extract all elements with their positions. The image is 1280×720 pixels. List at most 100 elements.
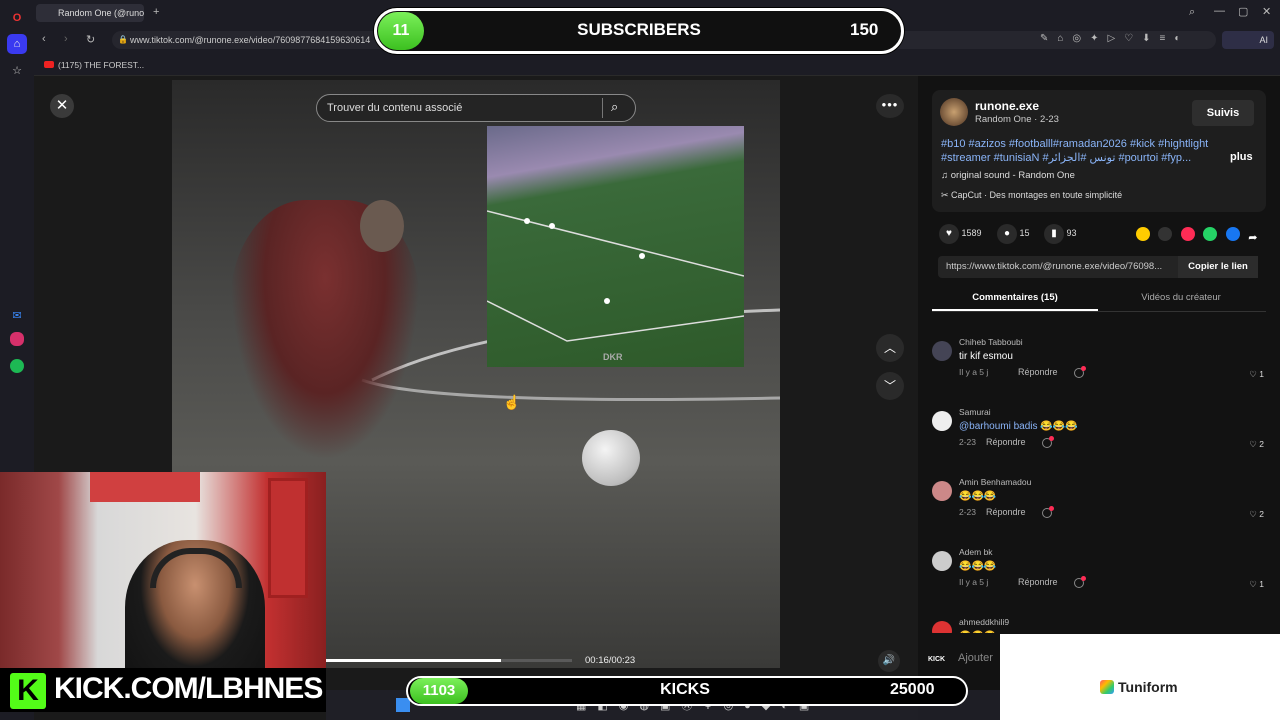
ai-label: AI bbox=[1259, 35, 1268, 45]
tab-creator-videos[interactable]: Vidéos du créateur bbox=[1098, 292, 1264, 303]
copy-link-button[interactable]: Copier le lien bbox=[1178, 256, 1258, 278]
share-row: ➦ bbox=[1136, 227, 1257, 246]
sound-link[interactable]: ♫ original sound - Random One bbox=[941, 170, 1075, 181]
comment-text: tir kif esmou bbox=[959, 351, 1013, 362]
like-count: 1589 bbox=[961, 228, 982, 238]
comment-like-button[interactable]: ♡ 1 bbox=[1249, 579, 1264, 590]
messenger-icon[interactable]: ✉ bbox=[7, 305, 27, 325]
avatar[interactable] bbox=[932, 621, 952, 633]
reply-button[interactable]: Répondre bbox=[1018, 367, 1058, 377]
avatar[interactable] bbox=[932, 551, 952, 571]
like-stat[interactable]: ♥ 1589 bbox=[939, 224, 982, 244]
reaction-icon[interactable] bbox=[1074, 576, 1086, 588]
reply-button[interactable]: Répondre bbox=[986, 437, 1026, 447]
comment-like-button[interactable]: ♡ 1 bbox=[1249, 369, 1264, 380]
see-more-link[interactable]: plus bbox=[1230, 151, 1253, 163]
facebook-icon[interactable] bbox=[1225, 227, 1240, 241]
search-icon[interactable]: ⌕ bbox=[611, 99, 618, 115]
close-window-icon[interactable]: ✕ bbox=[1262, 5, 1271, 18]
reply-button[interactable]: Répondre bbox=[1018, 577, 1058, 587]
comment-input[interactable]: Ajouter bbox=[958, 652, 993, 664]
capcut-icon: ✂ bbox=[941, 190, 952, 200]
star-icon[interactable]: ☆ bbox=[7, 60, 27, 80]
new-tab-icon[interactable]: + bbox=[153, 6, 159, 18]
comment-stat[interactable]: ● 15 bbox=[997, 224, 1030, 244]
phone-booth bbox=[268, 478, 308, 598]
reload-icon[interactable]: ↻ bbox=[86, 33, 95, 46]
comment-date: Il y a 5 j bbox=[959, 577, 989, 587]
bookmarks-bar bbox=[34, 54, 1280, 76]
save-count: 93 bbox=[1066, 228, 1077, 238]
previous-video-button[interactable]: ︿ bbox=[876, 334, 904, 362]
reply-button[interactable]: Répondre bbox=[986, 507, 1026, 517]
creator-username[interactable]: runone.exe bbox=[975, 99, 1039, 113]
mouse-cursor-icon: ☝ bbox=[503, 394, 521, 410]
tab-comments[interactable]: Commentaires (15) bbox=[932, 292, 1098, 303]
tab-title: Random One (@runo bbox=[58, 8, 144, 18]
subscribers-goal: 150 bbox=[850, 20, 879, 39]
share-arrow-icon[interactable]: ➦ bbox=[1248, 232, 1257, 244]
comment-text: 😂😂😂 bbox=[959, 631, 996, 633]
comment-date: 2-23 bbox=[959, 437, 977, 447]
comment-text: 😂😂😂 bbox=[959, 491, 997, 502]
comment-item: Amin Benhamadou 😂😂😂 2-23 Répondre ♡ 2 bbox=[932, 477, 1268, 543]
comment-author[interactable]: ahmeddkhili9 bbox=[959, 617, 1009, 627]
post-hashtags[interactable]: #b10 #azizos #footballl#ramadan2026 #kic… bbox=[941, 137, 1226, 165]
comment-author[interactable]: Chiheb Tabboubi bbox=[959, 337, 1023, 347]
forward-icon[interactable]: › bbox=[64, 33, 68, 45]
browser-tab[interactable]: Random One (@runo bbox=[36, 4, 144, 22]
comment-like-button[interactable]: ♡ 2 bbox=[1249, 509, 1264, 520]
comment-item: Samurai @barhoumi badis 😂😂😂 2-23 Répondr… bbox=[932, 407, 1268, 473]
creator-avatar[interactable] bbox=[940, 98, 968, 126]
close-video-button[interactable]: ✕ bbox=[50, 94, 74, 118]
reaction-icon[interactable] bbox=[1042, 506, 1054, 518]
lock-icon: 🔒 bbox=[118, 35, 128, 44]
follow-button[interactable]: Suivis bbox=[1192, 100, 1254, 126]
opera-logo-icon[interactable]: O bbox=[7, 8, 27, 28]
comment-text: 😂😂😂 bbox=[959, 561, 997, 572]
related-search-input[interactable]: Trouver du contenu associé bbox=[316, 94, 636, 122]
sponsor-name: Tuniform bbox=[1118, 679, 1178, 695]
comment-like-button[interactable]: ♡ 2 bbox=[1249, 439, 1264, 450]
player-head bbox=[360, 200, 404, 252]
volume-button[interactable]: 🔊 bbox=[878, 650, 900, 672]
ai-button[interactable]: AI bbox=[1222, 31, 1274, 49]
comment-item: Chiheb Tabboubi tir kif esmou Il y a 5 j… bbox=[932, 337, 1268, 403]
spotify-icon[interactable] bbox=[10, 359, 24, 373]
windows-start-icon[interactable] bbox=[396, 698, 410, 712]
chevron-up-icon: ︿ bbox=[883, 341, 896, 355]
search-divider bbox=[602, 98, 603, 118]
kick-url: KICK.COM/LBHNES bbox=[54, 672, 323, 705]
avatar[interactable] bbox=[932, 481, 952, 501]
bookmark-youtube[interactable]: (1175) THE FOREST... bbox=[44, 60, 144, 70]
send-icon[interactable] bbox=[1180, 227, 1195, 241]
back-icon[interactable]: ‹ bbox=[42, 33, 46, 45]
search-tabs-icon[interactable]: ⌕ bbox=[1189, 6, 1195, 19]
maximize-icon[interactable]: ▢ bbox=[1238, 5, 1248, 18]
speaker-icon: 🔊 bbox=[882, 655, 896, 666]
whatsapp-icon[interactable] bbox=[1203, 227, 1218, 241]
coin-icon[interactable] bbox=[1136, 227, 1150, 241]
embed-icon[interactable] bbox=[1158, 227, 1173, 241]
next-video-button[interactable]: ﹀ bbox=[876, 372, 904, 400]
comment-author[interactable]: Amin Benhamadou bbox=[959, 477, 1031, 487]
save-stat[interactable]: ▮ 93 bbox=[1044, 224, 1077, 244]
comment-item: ahmeddkhili9 😂😂😂 bbox=[932, 617, 1268, 633]
instagram-icon[interactable] bbox=[10, 332, 24, 346]
comment-author[interactable]: Samurai bbox=[959, 407, 991, 417]
video-link-text: https://www.tiktok.com/@runone.exe/video… bbox=[946, 261, 1163, 272]
reaction-icon[interactable] bbox=[1074, 366, 1086, 378]
reaction-icon[interactable] bbox=[1042, 436, 1054, 448]
comment-icon: ● bbox=[997, 224, 1017, 244]
capcut-link[interactable]: ✂ CapCut · Des montages en toute simplic… bbox=[941, 190, 1122, 201]
comment-date: 2-23 bbox=[959, 507, 977, 517]
avatar[interactable] bbox=[932, 411, 952, 431]
avatar[interactable] bbox=[932, 341, 952, 361]
minimize-icon[interactable]: — bbox=[1214, 5, 1225, 17]
more-options-button[interactable]: ••• bbox=[876, 94, 904, 118]
music-note-icon: ♫ bbox=[941, 170, 951, 181]
extension-icons[interactable]: ✎⌂◎✦▷♡⬇≡◐ bbox=[1040, 33, 1189, 44]
subscribers-current: 11 bbox=[378, 12, 424, 50]
comment-author[interactable]: Adem bk bbox=[959, 547, 993, 557]
home-icon[interactable]: ⌂ bbox=[7, 34, 27, 54]
